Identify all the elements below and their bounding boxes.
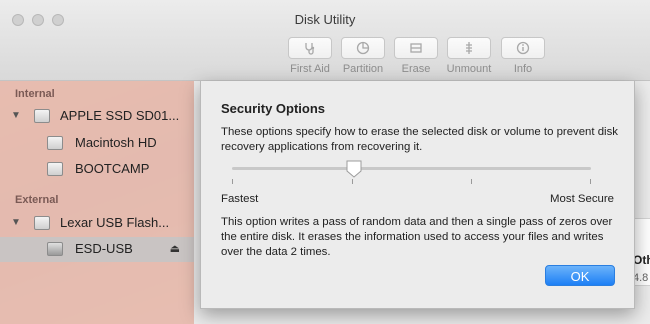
security-slider[interactable] xyxy=(232,167,591,170)
external-disk-icon xyxy=(34,216,50,230)
pie-chart-icon xyxy=(341,37,385,59)
sidebar-item-label: ESD-USB xyxy=(75,241,133,256)
slider-tick xyxy=(471,179,472,184)
partition-label: Partition xyxy=(342,63,384,75)
unmount-label: Unmount xyxy=(446,63,492,75)
security-options-sheet: Security Options These options specify h… xyxy=(200,81,635,309)
slider-min-label: Fastest xyxy=(221,193,259,205)
first-aid-button[interactable]: First Aid xyxy=(280,37,340,75)
sidebar-item-esd-usb[interactable]: ESD-USB ⏏ xyxy=(0,237,194,262)
slider-tick xyxy=(232,179,233,184)
info-button[interactable]: Info xyxy=(493,37,553,75)
sidebar-section-internal: Internal xyxy=(15,88,55,100)
erase-label: Erase xyxy=(401,63,431,75)
option-explanation: This option writes a pass of random data… xyxy=(221,216,613,258)
unmount-button[interactable]: Unmount xyxy=(439,37,499,75)
slider-knob[interactable] xyxy=(346,160,362,178)
disclosure-triangle-icon[interactable]: ▼ xyxy=(11,110,21,121)
volume-icon xyxy=(47,242,63,256)
slider-tick xyxy=(590,179,591,184)
sidebar-item-label: Lexar USB Flash... xyxy=(60,215,170,230)
sidebar: Internal ▼ APPLE SSD SD01... Macintosh H… xyxy=(0,81,194,324)
sidebar-item-label: APPLE SSD SD01... xyxy=(60,108,180,123)
eject-icon[interactable]: ⏏ xyxy=(170,242,180,255)
info-label: Info xyxy=(513,63,533,75)
internal-disk-icon xyxy=(34,109,50,123)
erase-button[interactable]: Erase xyxy=(386,37,446,75)
sidebar-item-apple-ssd[interactable]: ▼ APPLE SSD SD01... xyxy=(0,104,194,129)
dialog-description: These options specify how to erase the s… xyxy=(221,126,618,153)
slider-tick xyxy=(352,179,353,184)
sidebar-item-bootcamp[interactable]: BOOTCAMP xyxy=(0,157,194,182)
sidebar-item-label: Macintosh HD xyxy=(75,135,157,150)
volume-icon xyxy=(47,162,63,176)
sidebar-item-lexar-usb[interactable]: ▼ Lexar USB Flash... xyxy=(0,211,194,236)
title-bar: Disk Utility First Aid Partition Erase U… xyxy=(0,0,650,81)
sidebar-item-macintosh-hd[interactable]: Macintosh HD xyxy=(0,131,194,156)
ok-button[interactable]: OK xyxy=(545,265,615,286)
stethoscope-icon xyxy=(288,37,332,59)
sidebar-section-external: External xyxy=(15,194,59,206)
window-title: Disk Utility xyxy=(294,12,356,27)
dialog-title: Security Options xyxy=(221,101,326,116)
unmount-icon xyxy=(447,37,491,59)
sidebar-item-label: BOOTCAMP xyxy=(75,161,150,176)
disk-utility-window: Disk Utility First Aid Partition Erase U… xyxy=(0,0,650,324)
info-icon xyxy=(501,37,545,59)
first-aid-label: First Aid xyxy=(290,63,330,75)
volume-icon xyxy=(47,136,63,150)
partition-button[interactable]: Partition xyxy=(333,37,393,75)
disclosure-triangle-icon[interactable]: ▼ xyxy=(11,217,21,228)
eraser-icon xyxy=(394,37,438,59)
info-heading: Oth xyxy=(633,253,650,267)
info-value: 4.8 xyxy=(633,272,649,284)
slider-max-label: Most Secure xyxy=(550,193,614,205)
